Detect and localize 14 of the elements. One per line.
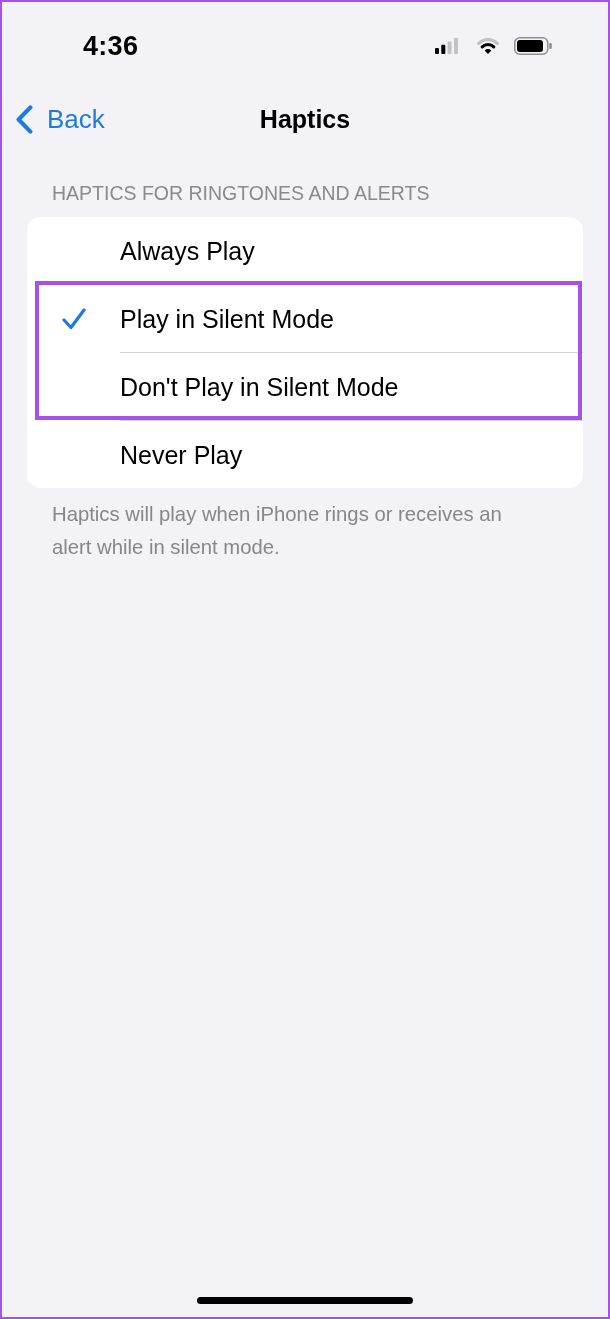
section-header: HAPTICS FOR RINGTONES AND ALERTS bbox=[52, 182, 430, 204]
option-row[interactable]: Play in Silent Mode bbox=[27, 285, 583, 352]
chevron-left-icon bbox=[16, 104, 33, 134]
option-row[interactable]: Always Play bbox=[27, 217, 583, 284]
section-footer: Haptics will play when iPhone rings or receives an alert while in silent mode. bbox=[52, 498, 542, 564]
back-button[interactable]: Back bbox=[16, 104, 105, 134]
wifi-icon bbox=[477, 38, 499, 54]
battery-icon bbox=[514, 37, 552, 55]
status-time: 4:36 bbox=[83, 30, 139, 62]
option-row[interactable]: Don't Play in Silent Mode bbox=[27, 353, 583, 420]
nav-title: Haptics bbox=[259, 104, 351, 134]
signal-icon bbox=[435, 38, 458, 54]
home-indicator[interactable] bbox=[197, 1297, 413, 1304]
option-row[interactable]: Never Play bbox=[27, 421, 583, 488]
